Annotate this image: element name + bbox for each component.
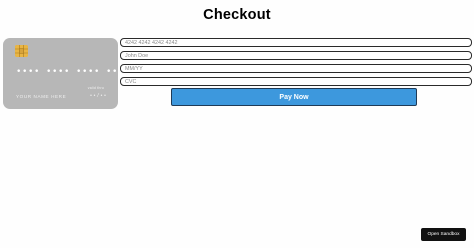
- cvc-input[interactable]: [120, 77, 472, 86]
- valid-thru-label: valid thru: [87, 86, 104, 90]
- open-sandbox-button[interactable]: Open Sandbox: [421, 228, 466, 241]
- page-title: Checkout: [203, 7, 271, 23]
- card-chip-icon: [15, 45, 28, 57]
- card-number-display: •••• •••• •••• ••••: [16, 67, 131, 77]
- expiry-input[interactable]: [120, 64, 472, 73]
- pay-now-button[interactable]: Pay Now: [171, 88, 417, 106]
- card-holder-display: YOUR NAME HERE: [16, 94, 67, 99]
- card-number-input[interactable]: [120, 38, 472, 47]
- credit-card-preview: •••• •••• •••• •••• valid thru YOUR NAME…: [3, 38, 129, 109]
- card-expiry-display: ••/••: [89, 93, 107, 99]
- name-input[interactable]: [120, 51, 472, 60]
